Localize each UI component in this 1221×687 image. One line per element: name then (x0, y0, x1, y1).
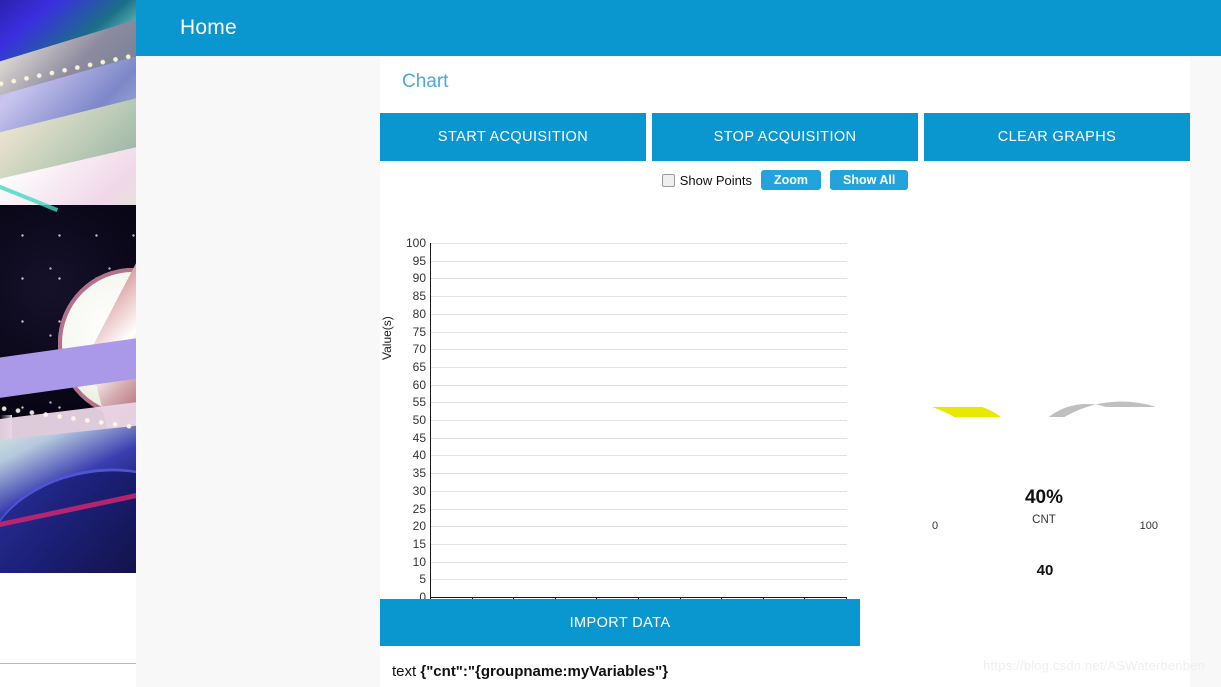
chart-plot-area[interactable] (430, 243, 847, 597)
chart-gridline (431, 384, 847, 386)
chart-toolbar: Show Points Zoom Show All (380, 169, 1190, 191)
chart-y-tick-label: 95 (412, 253, 426, 268)
chart-y-tick-label: 75 (412, 324, 426, 339)
chart-y-tick-label: 65 (412, 359, 426, 374)
binding-expression: text {"cnt":"{groupname:myVariables"} (392, 663, 668, 680)
chart-gridline (431, 349, 847, 351)
chart-gridline (431, 473, 847, 475)
chart-y-tick-label: 100 (405, 236, 426, 250)
show-points-label: Show Points (679, 172, 752, 188)
chart-gridline (431, 260, 847, 262)
chart-y-tick-label: 15 (412, 536, 426, 551)
chart-y-tick-label: 55 (412, 395, 426, 410)
chart-gridline (431, 579, 847, 581)
chart-y-tick-label: 10 (412, 554, 426, 569)
chart-y-tick-label: 25 (412, 501, 426, 516)
chart-gridline (431, 402, 847, 404)
chart-gridline (431, 313, 847, 315)
app-window: Home Chart START ACQUISITION STOP ACQUIS… (136, 0, 1221, 687)
chart-gridline (431, 526, 847, 528)
desktop-wallpaper (0, 0, 136, 573)
import-data-button[interactable]: IMPORT DATA (380, 599, 860, 646)
chart-y-tick-label: 85 (412, 289, 426, 304)
chart-gridline (431, 331, 847, 333)
chart-gridline (431, 278, 847, 280)
time-series-chart[interactable]: Value(s) 0 5 10 15 20 25 30 35 40 45 50 55 60 65 70 75 8… (380, 190, 900, 645)
chart-y-axis-ticks: 0 5 10 15 20 25 30 35 40 45 50 55 60 65 70 75 80 85 90 95 10… (388, 236, 426, 604)
chart-gridline (431, 420, 847, 421)
chart-y-tick-label: 30 (412, 483, 426, 498)
screen: Home Chart START ACQUISITION STOP ACQUIS… (0, 0, 1221, 687)
divider (0, 663, 136, 664)
binding-json: {"cnt":"{groupname:myVariables"} (420, 663, 669, 680)
chart-section-title: Chart (402, 71, 449, 92)
acquisition-button-row: START ACQUISITION STOP ACQUISITION CLEAR… (380, 113, 1190, 161)
checkbox-box-icon[interactable] (661, 173, 675, 187)
gauge-panel: 0 100 40% CNT 40 (900, 190, 1190, 645)
page-title: Home (180, 16, 237, 39)
clear-graphs-button[interactable]: CLEAR GRAPHS (924, 113, 1190, 161)
chart-y-tick-label: 35 (412, 466, 426, 481)
chart-y-tick-label: 50 (412, 413, 426, 427)
zoom-button[interactable]: Zoom (760, 170, 821, 190)
gauge-svg (932, 401, 1156, 417)
chart-gridline (431, 508, 847, 510)
start-acquisition-button[interactable]: START ACQUISITION (380, 113, 646, 161)
chart-gridline (431, 437, 847, 439)
chart-gridline (431, 543, 847, 545)
chart-gridline (431, 296, 847, 298)
chart-y-tick-label: 80 (412, 306, 426, 321)
chart-gridline (431, 366, 847, 368)
gauge-percent-value: 40% (1024, 487, 1064, 508)
chart-y-tick-label: 45 (412, 430, 426, 445)
chart-gridline (431, 455, 847, 457)
cnt-gauge: 0 100 40% CNT (928, 282, 1160, 532)
app-bar: Home (136, 0, 1221, 56)
content-card: Chart START ACQUISITION STOP ACQUISITION… (380, 56, 1190, 687)
stop-acquisition-button[interactable]: STOP ACQUISITION (652, 113, 918, 161)
chart-gridline (431, 243, 847, 244)
gauge-track-arc (1048, 401, 1156, 417)
gauge-fill-arc (932, 407, 1001, 417)
chart-gridline (431, 561, 847, 563)
show-all-button[interactable]: Show All (829, 170, 909, 190)
chart-y-tick-label: 40 (412, 448, 426, 463)
show-points-checkbox[interactable]: Show Points (661, 172, 752, 188)
binding-prefix: text (392, 663, 421, 680)
numeric-readout: 40 (1036, 562, 1054, 579)
chart-y-tick-label: 70 (412, 342, 426, 357)
chart-y-tick-label: 5 (419, 572, 426, 587)
chart-y-tick-label: 90 (412, 271, 426, 286)
chart-y-tick-label: 60 (412, 377, 426, 392)
gauge-unit-label: CNT (1032, 514, 1056, 526)
chart-gridline (431, 490, 847, 492)
desktop-lower-area (0, 573, 136, 687)
chart-y-tick-label: 20 (412, 519, 426, 534)
